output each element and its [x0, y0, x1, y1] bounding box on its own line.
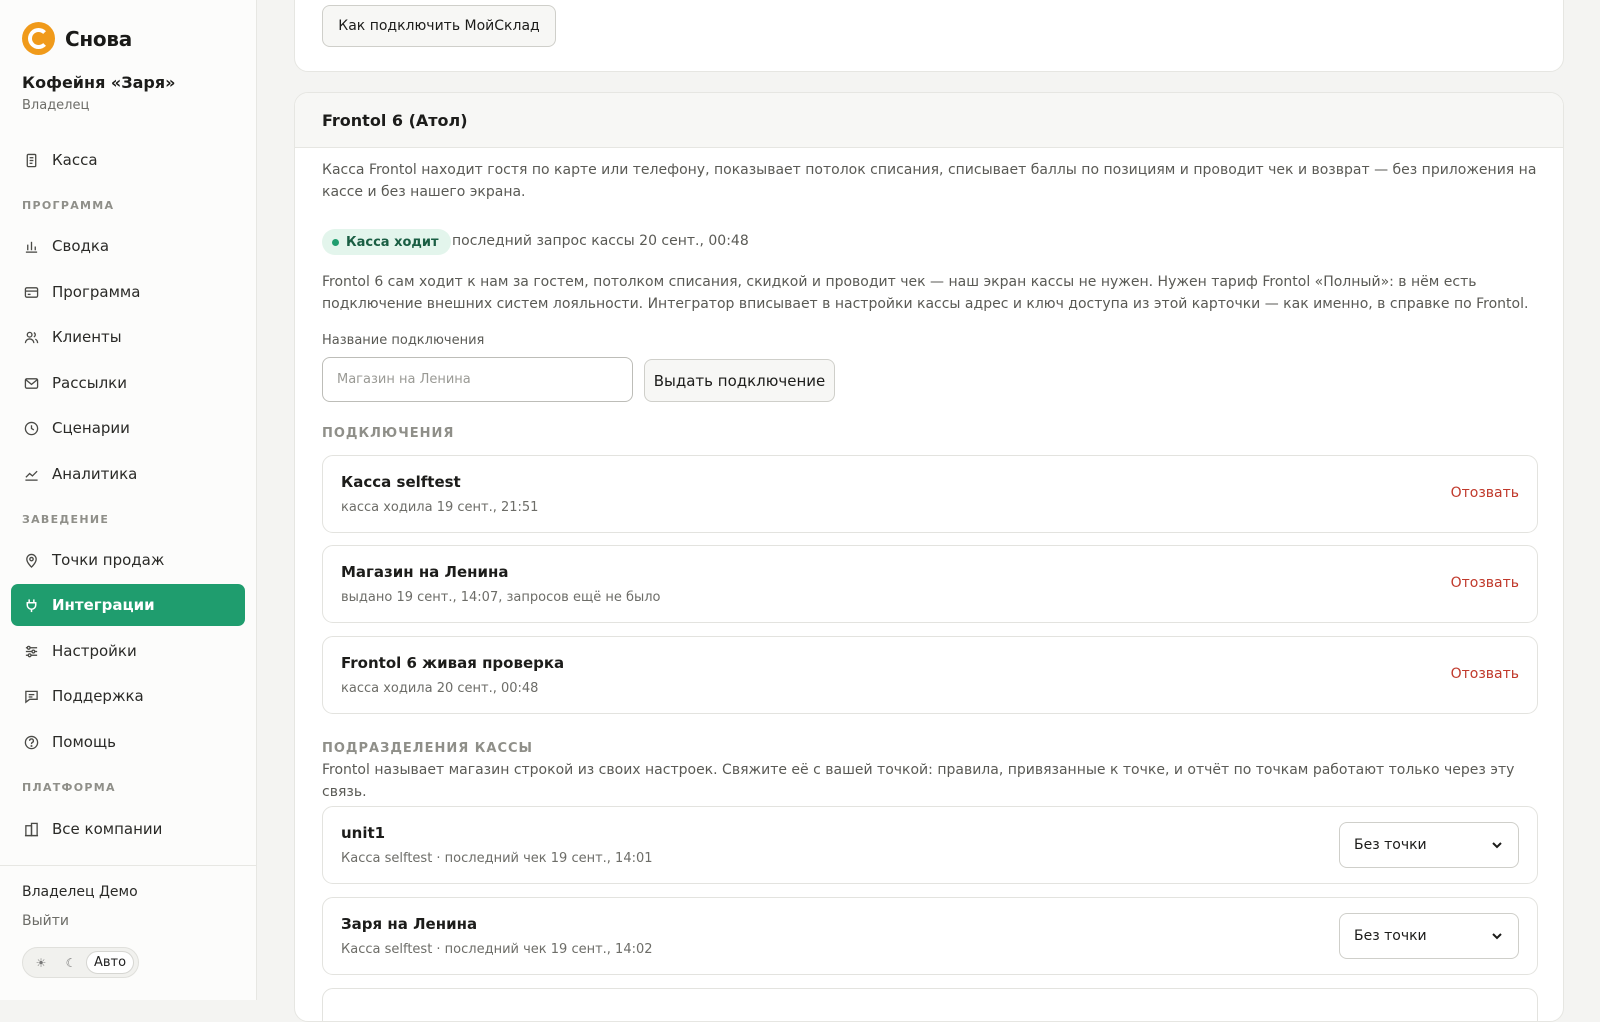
sidebar-item-kassa[interactable]: Касса — [11, 139, 245, 181]
sidebar-item-label: Рассылки — [52, 374, 127, 392]
sidebar-item-scenarii[interactable]: Сценарии — [11, 407, 245, 449]
map-pin-icon — [23, 552, 39, 568]
point-select[interactable]: Без точки — [1339, 913, 1519, 959]
sidebar-item-label: Все компании — [52, 820, 163, 838]
connection-name: Магазин на Ленина — [341, 563, 509, 581]
sidebar-item-label: Клиенты — [52, 328, 122, 346]
sidebar-item-vse-kompanii[interactable]: Все компании — [11, 808, 245, 850]
plug-icon — [23, 597, 39, 613]
sidebar-item-integracii[interactable]: Интеграции — [11, 584, 245, 626]
chat-icon — [23, 688, 39, 704]
sidebar-item-rassylki[interactable]: Рассылки — [11, 362, 245, 404]
unit-name: unit1 — [341, 824, 386, 842]
revoke-button[interactable]: Отозвать — [1451, 666, 1519, 682]
sidebar-divider — [0, 865, 257, 866]
sliders-icon — [23, 643, 39, 659]
frontol-card: Frontol 6 (Атол) Касса Frontol находит г… — [294, 92, 1564, 1022]
frontol-info: Frontol 6 сам ходит к нам за гостем, пот… — [322, 274, 1529, 312]
card-header: Frontol 6 (Атол) — [295, 93, 1563, 148]
user-name: Владелец Демо — [22, 884, 138, 900]
sun-icon[interactable]: ☀ — [26, 951, 56, 974]
unit-row — [322, 988, 1538, 1021]
org-role: Владелец — [22, 98, 90, 113]
connection-name: Касса selftest — [341, 473, 461, 491]
receipt-icon — [23, 152, 39, 168]
clock-icon — [23, 420, 39, 436]
sidebar-item-svodka[interactable]: Сводка — [11, 225, 245, 267]
unit-status: Касса selftest · последний чек 19 сент.,… — [341, 942, 653, 957]
status-label: Касса ходит — [346, 234, 439, 250]
sidebar-item-label: Аналитика — [52, 465, 138, 483]
moon-icon[interactable]: ☾ — [56, 951, 86, 974]
unit-status: Касса selftest · последний чек 19 сент.,… — [341, 851, 653, 866]
connection-row: Frontol 6 живая проверка касса ходила 20… — [322, 636, 1538, 714]
connection-status: касса ходила 20 сент., 00:48 — [341, 681, 539, 696]
issue-connection-button[interactable]: Выдать подключение — [644, 359, 835, 402]
sidebar-item-label: Помощь — [52, 733, 116, 751]
units-description: Frontol называет магазин строкой из свои… — [322, 762, 1515, 800]
bar-chart-icon — [23, 238, 39, 254]
sidebar-item-label: Настройки — [52, 642, 137, 660]
revoke-button[interactable]: Отозвать — [1451, 575, 1519, 591]
sidebar-item-label: Поддержка — [52, 687, 144, 705]
units-section-title: ПОДРАЗДЕЛЕНИЯ КАССЫ — [322, 741, 534, 756]
connection-status: касса ходила 19 сент., 21:51 — [341, 500, 539, 515]
help-circle-icon — [23, 734, 39, 750]
sidebar-item-label: Сценарии — [52, 419, 130, 437]
logout-link[interactable]: Выйти — [22, 913, 69, 929]
sidebar-item-label: Интеграции — [52, 596, 155, 614]
status-meta: последний запрос кассы 20 сент., 00:48 — [452, 233, 749, 249]
connection-row: Магазин на Ленина выдано 19 сент., 14:07… — [322, 545, 1538, 623]
brand[interactable]: Снова — [22, 22, 132, 55]
frontol-description: Касса Frontol находит гостя по карте или… — [322, 162, 1537, 200]
unit-row: unit1 Касса selftest · последний чек 19 … — [322, 806, 1538, 884]
sidebar-item-label: Точки продаж — [52, 551, 165, 569]
sidebar-item-programma[interactable]: Программа — [11, 271, 245, 313]
sidebar-item-label: Сводка — [52, 237, 110, 255]
sidebar-item-label: Программа — [52, 283, 141, 301]
nav-section-title: ЗАВЕДЕНИЕ — [22, 513, 110, 526]
org-name: Кофейня «Заря» — [22, 73, 176, 92]
point-select-value: Без точки — [1354, 928, 1427, 944]
buildings-icon — [23, 821, 39, 837]
sidebar-item-klienty[interactable]: Клиенты — [11, 316, 245, 358]
nav-section-title: ПРОГРАММА — [22, 199, 115, 212]
sidebar-item-tochki-prodazh[interactable]: Точки продаж — [11, 539, 245, 581]
revoke-button[interactable]: Отозвать — [1451, 485, 1519, 501]
sidebar-item-podderzhka[interactable]: Поддержка — [11, 675, 245, 717]
brand-logo-icon — [22, 22, 55, 55]
moysklad-card: Как подключить МойСклад — [294, 0, 1564, 72]
trend-icon — [23, 466, 39, 482]
chevron-down-icon — [1492, 933, 1502, 940]
card-title: Frontol 6 (Атол) — [322, 110, 468, 130]
status-badge: Касса ходит — [322, 229, 451, 255]
theme-switch: ☀ ☾ Авто — [22, 947, 139, 978]
nav-section-title: ПЛАТФОРМА — [22, 781, 116, 794]
sidebar: Снова Кофейня «Заря» Владелец Касса ПРОГ… — [0, 0, 257, 1000]
how-to-connect-moysklad-button[interactable]: Как подключить МойСклад — [322, 5, 556, 47]
theme-auto-button[interactable]: Авто — [86, 951, 134, 974]
sidebar-item-label: Касса — [52, 151, 98, 169]
connection-status: выдано 19 сент., 14:07, запросов ещё не … — [341, 590, 661, 605]
users-icon — [23, 329, 39, 345]
unit-name: Заря на Ленина — [341, 915, 478, 933]
connections-section-title: ПОДКЛЮЧЕНИЯ — [322, 426, 455, 441]
status-dot-icon — [332, 238, 339, 246]
point-select-value: Без точки — [1354, 837, 1427, 853]
point-select[interactable]: Без точки — [1339, 822, 1519, 868]
card-icon — [23, 284, 39, 300]
connection-row: Касса selftest касса ходила 19 сент., 21… — [322, 455, 1538, 533]
connection-name-input[interactable] — [322, 357, 633, 402]
sidebar-item-pomosch[interactable]: Помощь — [11, 721, 245, 763]
sidebar-item-nastrojki[interactable]: Настройки — [11, 630, 245, 672]
chevron-down-icon — [1492, 842, 1502, 849]
sidebar-item-analitika[interactable]: Аналитика — [11, 453, 245, 495]
connection-name-label: Название подключения — [322, 333, 485, 348]
connection-name: Frontol 6 живая проверка — [341, 654, 565, 672]
unit-row: Заря на Ленина Касса selftest · последни… — [322, 897, 1538, 975]
brand-name: Снова — [65, 26, 132, 51]
mail-icon — [23, 375, 39, 391]
